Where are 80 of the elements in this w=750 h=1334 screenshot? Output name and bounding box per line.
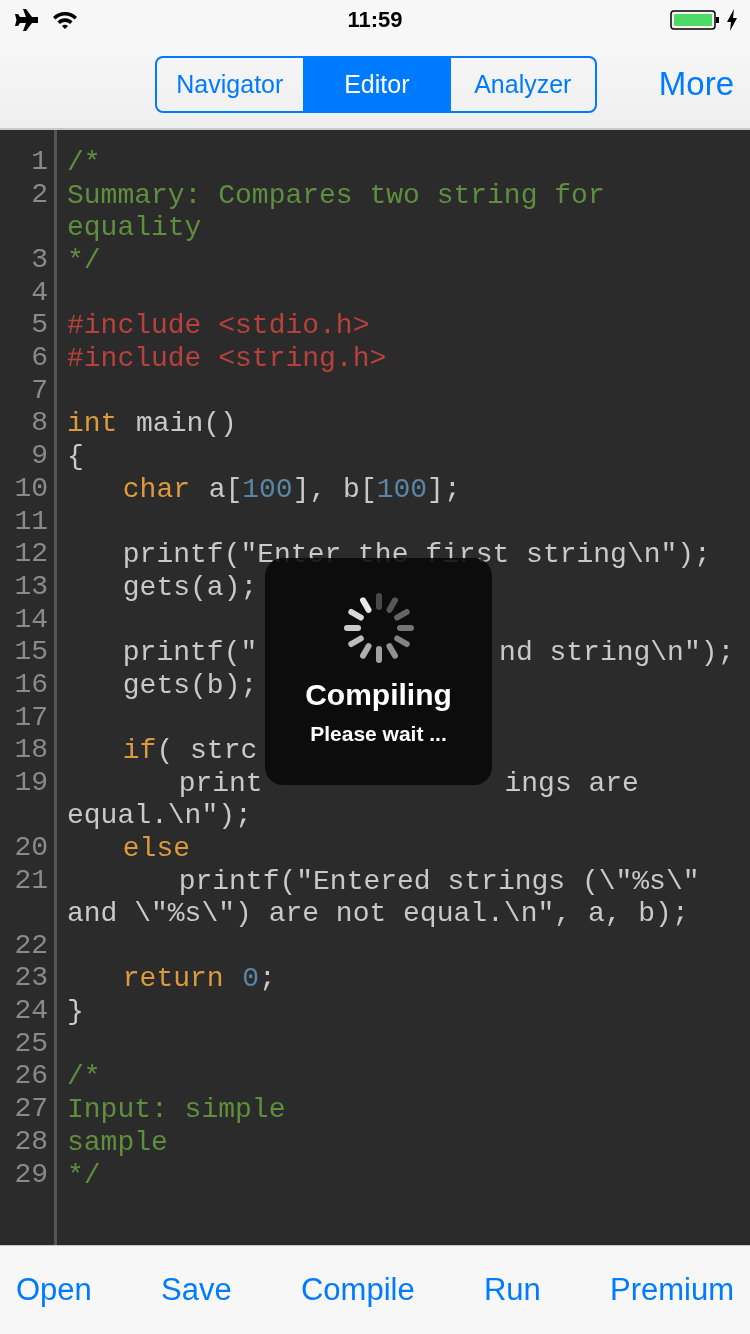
line-number: 15 bbox=[13, 636, 48, 669]
code-text: */ bbox=[67, 1160, 101, 1191]
line-number: 4 bbox=[30, 277, 48, 309]
spinner-icon bbox=[342, 592, 415, 664]
code-text: sample bbox=[67, 1127, 168, 1158]
segment-tab[interactable]: Navigator bbox=[156, 57, 303, 111]
code-text: return bbox=[122, 963, 224, 994]
line-number: 24 bbox=[13, 995, 48, 1028]
toolbar-button[interactable]: Open bbox=[16, 1272, 92, 1308]
line-number: 28 bbox=[13, 1126, 48, 1159]
code-text: a[ bbox=[208, 474, 243, 505]
toolbar-button[interactable]: Save bbox=[161, 1272, 232, 1308]
code-text: printf("Enter the first string\n"); bbox=[122, 539, 711, 570]
segment-tab[interactable]: Editor bbox=[302, 57, 449, 111]
line-number: 29 bbox=[13, 1159, 48, 1192]
code-text: print bbox=[178, 768, 263, 799]
code-text: char bbox=[122, 474, 191, 505]
code-text: Input: simple bbox=[67, 1094, 286, 1125]
code-text: gets(a); bbox=[122, 572, 258, 603]
overlay-message: Please wait ... bbox=[310, 722, 447, 746]
line-number: 8 bbox=[30, 407, 48, 440]
code-text: ings are bbox=[504, 768, 639, 799]
line-number: 3 bbox=[30, 244, 48, 277]
code-text: printf("Entered strings (\"%s\" and \"%s\") are not equal.\n", a, b); bbox=[67, 866, 701, 929]
code-text: Summary: Compares two string for equality bbox=[67, 180, 606, 243]
code-text: gets(b); bbox=[122, 670, 258, 701]
code-text: 100 bbox=[376, 474, 428, 505]
line-number: 7 bbox=[30, 375, 48, 407]
line-number: 16 bbox=[13, 669, 48, 702]
code-text: #include <string.h> bbox=[67, 343, 387, 374]
code-text: nd string\n"); bbox=[499, 637, 735, 668]
line-number: 11 bbox=[13, 506, 48, 538]
code-text: #include <stdio.h> bbox=[67, 310, 370, 341]
code-text: /* bbox=[67, 147, 101, 178]
code-text: ; bbox=[259, 963, 276, 994]
charging-bolt-icon bbox=[726, 9, 738, 31]
code-text: } bbox=[67, 996, 84, 1027]
code-text: equal.\n"); bbox=[67, 800, 252, 831]
line-number: 5 bbox=[30, 309, 48, 342]
toolbar-button[interactable]: Compile bbox=[300, 1272, 415, 1308]
code-text: ( strc bbox=[156, 735, 258, 766]
line-number: 23 bbox=[13, 962, 48, 995]
line-number: 22 bbox=[13, 930, 48, 962]
segment-tab[interactable]: Analyzer bbox=[448, 57, 595, 111]
code-text: else bbox=[122, 833, 191, 864]
line-number: 18 bbox=[13, 734, 48, 767]
line-number: 2 bbox=[30, 179, 48, 212]
line-number: 9 bbox=[30, 440, 48, 473]
line-number: 13 bbox=[13, 571, 48, 604]
toolbar-button[interactable]: Run bbox=[483, 1272, 541, 1308]
line-number: 21 bbox=[13, 865, 48, 898]
status-time: 11:59 bbox=[346, 7, 404, 33]
code-text: ], b[ bbox=[292, 474, 377, 505]
line-number: 1 bbox=[30, 146, 48, 179]
line-number: 6 bbox=[30, 342, 48, 375]
toolbar-button[interactable]: Premium bbox=[610, 1272, 734, 1308]
line-number: 17 bbox=[13, 702, 48, 734]
line-number: 10 bbox=[13, 473, 48, 506]
more-button[interactable]: More bbox=[658, 65, 734, 103]
line-number: 12 bbox=[13, 538, 48, 571]
code-text: */ bbox=[67, 245, 101, 276]
line-number: 27 bbox=[13, 1093, 48, 1126]
line-number: 20 bbox=[13, 832, 48, 865]
code-text: printf(" bbox=[122, 637, 258, 668]
line-number: 26 bbox=[13, 1060, 48, 1093]
battery-icon bbox=[670, 9, 722, 31]
code-text: main() bbox=[136, 408, 237, 439]
code-text: ]; bbox=[427, 474, 461, 505]
overlay-title: Compiling bbox=[305, 678, 452, 712]
line-number: 14 bbox=[13, 604, 48, 636]
code-text: if bbox=[122, 735, 157, 766]
code-text: 100 bbox=[242, 474, 293, 505]
code-text: int bbox=[67, 408, 118, 439]
line-number: 25 bbox=[13, 1028, 48, 1060]
code-text: /* bbox=[67, 1061, 101, 1092]
code-text: { bbox=[67, 441, 84, 472]
code-text: 0 bbox=[242, 963, 260, 994]
airplane-icon bbox=[12, 9, 38, 31]
wifi-icon bbox=[52, 10, 78, 30]
line-number: 19 bbox=[13, 767, 48, 800]
